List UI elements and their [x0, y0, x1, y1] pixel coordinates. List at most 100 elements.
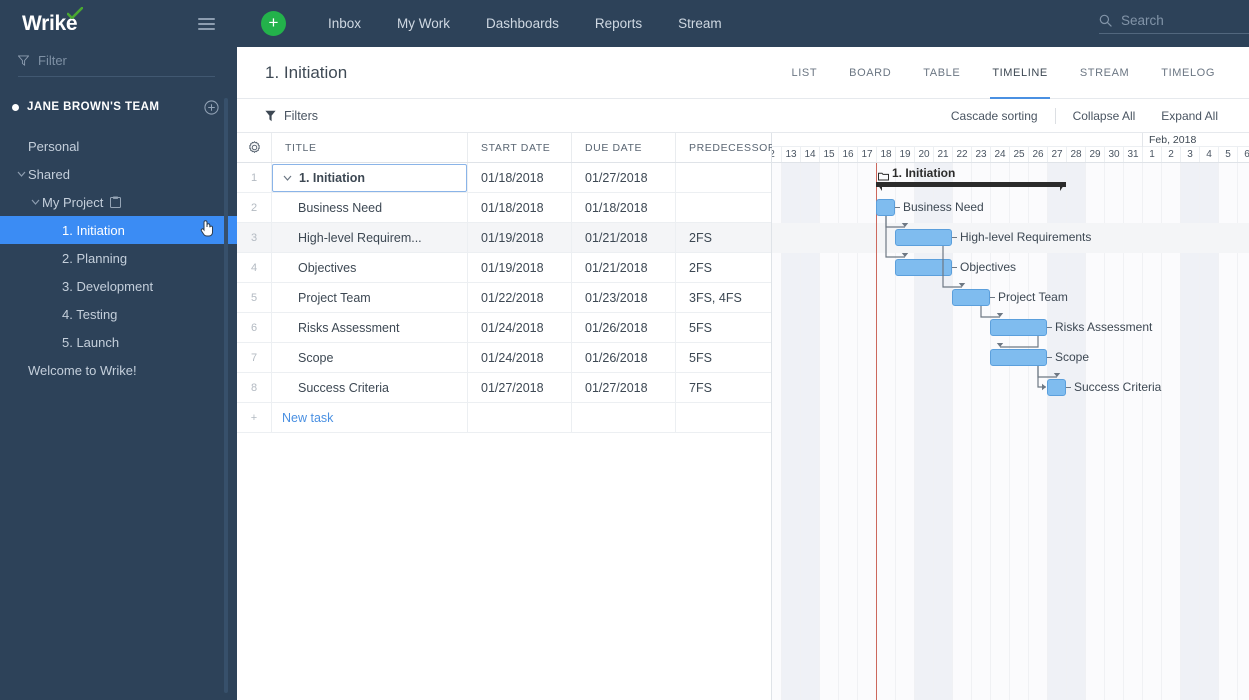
new-task-row[interactable]: + New task — [237, 403, 771, 433]
new-task-label[interactable]: New task — [282, 411, 333, 425]
table-row[interactable]: 1 1. Initiation 01/18/2018 01/27/2018 — [237, 163, 771, 193]
table-row[interactable]: 2 Business Need 01/18/2018 01/18/2018 — [237, 193, 771, 223]
nav-my-work[interactable]: My Work — [379, 16, 468, 31]
tab-stream[interactable]: STREAM — [1064, 47, 1145, 98]
tab-table[interactable]: TABLE — [907, 47, 976, 98]
task-predecessors[interactable] — [676, 193, 772, 222]
hamburger-menu-icon[interactable] — [194, 14, 219, 34]
table-row[interactable]: 8 Success Criteria 01/27/2018 01/27/2018… — [237, 373, 771, 403]
task-start-date[interactable]: 01/24/2018 — [468, 313, 572, 342]
table-row[interactable]: 7 Scope 01/24/2018 01/26/2018 5FS — [237, 343, 771, 373]
gantt-task-bar[interactable] — [990, 349, 1047, 366]
tab-timeline[interactable]: TIMELINE — [976, 47, 1064, 99]
task-predecessors[interactable]: 5FS — [676, 313, 772, 342]
new-task-cell[interactable]: New task — [272, 403, 468, 432]
task-start-date[interactable]: 01/19/2018 — [468, 223, 572, 252]
nav-dashboards[interactable]: Dashboards — [468, 16, 577, 31]
new-task-start[interactable] — [468, 403, 572, 432]
nav-inbox[interactable]: Inbox — [310, 16, 379, 31]
gantt-task-label: Scope — [1055, 350, 1090, 364]
sidebar-item-3-development[interactable]: 3. Development — [0, 272, 237, 300]
filters-button[interactable]: Filters — [265, 109, 318, 123]
task-predecessors[interactable] — [676, 163, 772, 192]
task-start-date[interactable]: 01/18/2018 — [468, 193, 572, 222]
sidebar-item-personal[interactable]: Personal — [0, 132, 237, 160]
chevron-down-icon[interactable] — [283, 175, 299, 181]
task-due-date[interactable]: 01/18/2018 — [572, 193, 676, 222]
task-predecessors[interactable]: 2FS — [676, 223, 772, 252]
new-task-due[interactable] — [572, 403, 676, 432]
gantt-chart[interactable]: Feb, 2018 213141516171819202122232425262… — [772, 133, 1249, 700]
gantt-task-bar[interactable] — [990, 319, 1047, 336]
task-due-date[interactable]: 01/26/2018 — [572, 313, 676, 342]
chevron-down-icon[interactable] — [28, 199, 42, 205]
task-start-date[interactable]: 01/22/2018 — [468, 283, 572, 312]
task-title-selected[interactable]: 1. Initiation — [272, 163, 467, 192]
task-due-date[interactable]: 01/27/2018 — [572, 373, 676, 402]
column-settings-button[interactable] — [237, 133, 272, 162]
table-row[interactable]: 6 Risks Assessment 01/24/2018 01/26/2018… — [237, 313, 771, 343]
gantt-task-bar[interactable] — [895, 229, 952, 246]
team-row[interactable]: JANE BROWN'S TEAM — [0, 90, 237, 124]
task-title-cell[interactable]: Success Criteria — [272, 373, 468, 402]
gantt-task-bar[interactable] — [876, 199, 895, 216]
sidebar-item-4-testing[interactable]: 4. Testing — [0, 300, 237, 328]
task-due-date[interactable]: 01/26/2018 — [572, 343, 676, 372]
task-due-date[interactable]: 01/21/2018 — [572, 253, 676, 282]
gantt-task-bar[interactable] — [895, 259, 952, 276]
sidebar-item-welcome[interactable]: Welcome to Wrike! — [0, 356, 237, 384]
task-predecessors[interactable]: 5FS — [676, 343, 772, 372]
task-predecessors[interactable]: 2FS — [676, 253, 772, 282]
search-box[interactable]: Search — [1099, 13, 1249, 34]
task-due-date[interactable]: 01/23/2018 — [572, 283, 676, 312]
gantt-task-bar[interactable] — [952, 289, 990, 306]
wrike-logo[interactable]: Wrike — [22, 6, 83, 36]
task-due-date[interactable]: 01/21/2018 — [572, 223, 676, 252]
new-task-pred[interactable] — [676, 403, 772, 432]
task-start-date[interactable]: 01/18/2018 — [468, 163, 572, 192]
task-title-cell[interactable]: Scope — [272, 343, 468, 372]
sidebar-item-5-launch[interactable]: 5. Launch — [0, 328, 237, 356]
add-folder-icon[interactable] — [204, 99, 219, 115]
tab-board[interactable]: BOARD — [833, 47, 907, 98]
task-start-date[interactable]: 01/19/2018 — [468, 253, 572, 282]
gantt-task-bar[interactable] — [1047, 379, 1066, 396]
task-title-cell[interactable]: 1. Initiation — [272, 163, 468, 192]
tab-timelog[interactable]: TIMELOG — [1145, 47, 1231, 98]
task-due-date[interactable]: 01/27/2018 — [572, 163, 676, 192]
sidebar-filter[interactable] — [18, 53, 215, 77]
nav-stream[interactable]: Stream — [660, 16, 740, 31]
table-row[interactable]: 3 High-level Requirem... 01/19/2018 01/2… — [237, 223, 771, 253]
tab-list[interactable]: LIST — [776, 47, 834, 98]
table-row[interactable]: 5 Project Team 01/22/2018 01/23/2018 3FS… — [237, 283, 771, 313]
task-start-date[interactable]: 01/27/2018 — [468, 373, 572, 402]
filter-input[interactable] — [38, 53, 215, 68]
expand-all-button[interactable]: Expand All — [1148, 109, 1231, 123]
nav-reports[interactable]: Reports — [577, 16, 660, 31]
column-header-title[interactable]: TITLE — [272, 133, 468, 162]
gantt-bar-connector-stub — [1047, 357, 1052, 358]
task-title-cell[interactable]: High-level Requirem... — [272, 223, 468, 252]
sidebar-item-shared[interactable]: Shared — [0, 160, 237, 188]
collapse-all-button[interactable]: Collapse All — [1060, 109, 1149, 123]
column-header-due-date[interactable]: DUE DATE — [572, 133, 676, 162]
gantt-body[interactable]: 1. Initiation Business Need High-level Req… — [772, 163, 1249, 700]
cascade-sorting-button[interactable]: Cascade sorting — [938, 109, 1051, 123]
sidebar-item-1-initiation[interactable]: 1. Initiation — [0, 216, 237, 244]
task-predecessors[interactable]: 7FS — [676, 373, 772, 402]
sidebar-scrollbar[interactable] — [224, 98, 228, 693]
task-start-date[interactable]: 01/24/2018 — [468, 343, 572, 372]
sidebar-item-my-project[interactable]: My Project — [0, 188, 237, 216]
task-predecessors[interactable]: 3FS, 4FS — [676, 283, 772, 312]
add-task-plus-icon[interactable]: + — [237, 403, 272, 432]
create-new-button[interactable]: + — [261, 11, 286, 36]
task-title-cell[interactable]: Risks Assessment — [272, 313, 468, 342]
sidebar-item-2-planning[interactable]: 2. Planning — [0, 244, 237, 272]
table-row[interactable]: 4 Objectives 01/19/2018 01/21/2018 2FS — [237, 253, 771, 283]
task-title-cell[interactable]: Project Team — [272, 283, 468, 312]
task-title-cell[interactable]: Business Need — [272, 193, 468, 222]
chevron-down-icon[interactable] — [14, 171, 28, 177]
column-header-start-date[interactable]: START DATE — [468, 133, 572, 162]
column-header-predecessors[interactable]: PREDECESSORS — [676, 133, 783, 162]
task-title-cell[interactable]: Objectives — [272, 253, 468, 282]
